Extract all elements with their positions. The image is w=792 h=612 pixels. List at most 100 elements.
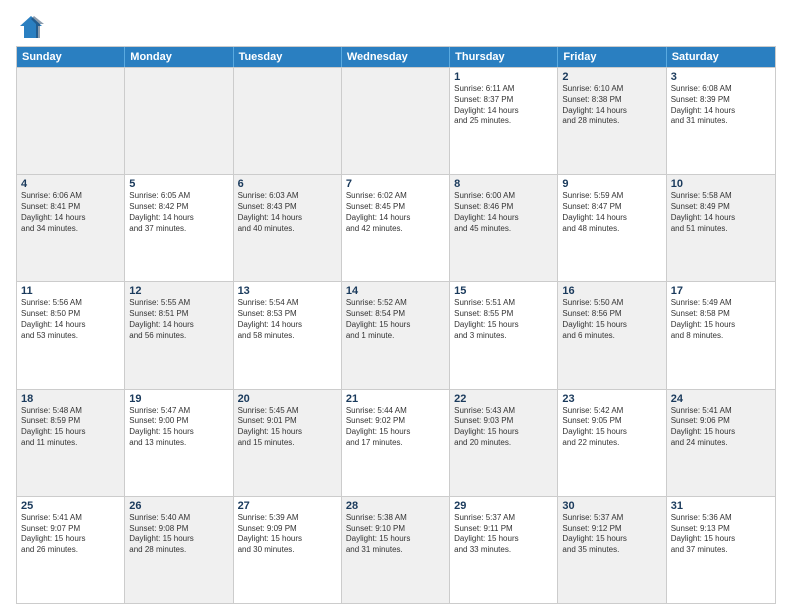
day-number: 6 — [238, 178, 337, 190]
day-info: Sunrise: 5:45 AM Sunset: 9:01 PM Dayligh… — [238, 406, 337, 449]
day-number: 9 — [562, 178, 661, 190]
day-cell-29: 29Sunrise: 5:37 AM Sunset: 9:11 PM Dayli… — [450, 497, 558, 603]
header-cell-wednesday: Wednesday — [342, 47, 450, 67]
day-info: Sunrise: 6:08 AM Sunset: 8:39 PM Dayligh… — [671, 84, 771, 127]
calendar-row-4: 18Sunrise: 5:48 AM Sunset: 8:59 PM Dayli… — [17, 389, 775, 496]
day-number: 31 — [671, 500, 771, 512]
day-number: 24 — [671, 393, 771, 405]
empty-cell — [342, 68, 450, 174]
day-number: 7 — [346, 178, 445, 190]
day-info: Sunrise: 6:06 AM Sunset: 8:41 PM Dayligh… — [21, 191, 120, 234]
day-info: Sunrise: 6:10 AM Sunset: 8:38 PM Dayligh… — [562, 84, 661, 127]
calendar: SundayMondayTuesdayWednesdayThursdayFrid… — [16, 46, 776, 604]
day-info: Sunrise: 5:43 AM Sunset: 9:03 PM Dayligh… — [454, 406, 553, 449]
day-number: 30 — [562, 500, 661, 512]
day-number: 14 — [346, 285, 445, 297]
day-cell-9: 9Sunrise: 5:59 AM Sunset: 8:47 PM Daylig… — [558, 175, 666, 281]
day-number: 25 — [21, 500, 120, 512]
calendar-row-1: 1Sunrise: 6:11 AM Sunset: 8:37 PM Daylig… — [17, 67, 775, 174]
day-info: Sunrise: 5:52 AM Sunset: 8:54 PM Dayligh… — [346, 298, 445, 341]
day-cell-22: 22Sunrise: 5:43 AM Sunset: 9:03 PM Dayli… — [450, 390, 558, 496]
day-info: Sunrise: 5:59 AM Sunset: 8:47 PM Dayligh… — [562, 191, 661, 234]
day-info: Sunrise: 5:47 AM Sunset: 9:00 PM Dayligh… — [129, 406, 228, 449]
empty-cell — [125, 68, 233, 174]
day-number: 1 — [454, 71, 553, 83]
calendar-row-3: 11Sunrise: 5:56 AM Sunset: 8:50 PM Dayli… — [17, 281, 775, 388]
day-cell-17: 17Sunrise: 5:49 AM Sunset: 8:58 PM Dayli… — [667, 282, 775, 388]
day-info: Sunrise: 6:11 AM Sunset: 8:37 PM Dayligh… — [454, 84, 553, 127]
calendar-row-5: 25Sunrise: 5:41 AM Sunset: 9:07 PM Dayli… — [17, 496, 775, 603]
day-info: Sunrise: 5:55 AM Sunset: 8:51 PM Dayligh… — [129, 298, 228, 341]
day-cell-4: 4Sunrise: 6:06 AM Sunset: 8:41 PM Daylig… — [17, 175, 125, 281]
day-cell-31: 31Sunrise: 5:36 AM Sunset: 9:13 PM Dayli… — [667, 497, 775, 603]
day-number: 3 — [671, 71, 771, 83]
day-cell-24: 24Sunrise: 5:41 AM Sunset: 9:06 PM Dayli… — [667, 390, 775, 496]
calendar-body: 1Sunrise: 6:11 AM Sunset: 8:37 PM Daylig… — [17, 67, 775, 603]
day-cell-27: 27Sunrise: 5:39 AM Sunset: 9:09 PM Dayli… — [234, 497, 342, 603]
day-cell-11: 11Sunrise: 5:56 AM Sunset: 8:50 PM Dayli… — [17, 282, 125, 388]
day-cell-21: 21Sunrise: 5:44 AM Sunset: 9:02 PM Dayli… — [342, 390, 450, 496]
day-cell-10: 10Sunrise: 5:58 AM Sunset: 8:49 PM Dayli… — [667, 175, 775, 281]
day-info: Sunrise: 5:44 AM Sunset: 9:02 PM Dayligh… — [346, 406, 445, 449]
day-info: Sunrise: 5:38 AM Sunset: 9:10 PM Dayligh… — [346, 513, 445, 556]
day-number: 2 — [562, 71, 661, 83]
day-info: Sunrise: 6:03 AM Sunset: 8:43 PM Dayligh… — [238, 191, 337, 234]
day-info: Sunrise: 5:39 AM Sunset: 9:09 PM Dayligh… — [238, 513, 337, 556]
day-cell-30: 30Sunrise: 5:37 AM Sunset: 9:12 PM Dayli… — [558, 497, 666, 603]
day-number: 15 — [454, 285, 553, 297]
day-info: Sunrise: 5:49 AM Sunset: 8:58 PM Dayligh… — [671, 298, 771, 341]
day-cell-3: 3Sunrise: 6:08 AM Sunset: 8:39 PM Daylig… — [667, 68, 775, 174]
day-info: Sunrise: 5:56 AM Sunset: 8:50 PM Dayligh… — [21, 298, 120, 341]
day-number: 22 — [454, 393, 553, 405]
day-cell-28: 28Sunrise: 5:38 AM Sunset: 9:10 PM Dayli… — [342, 497, 450, 603]
header-cell-thursday: Thursday — [450, 47, 558, 67]
day-number: 26 — [129, 500, 228, 512]
calendar-row-2: 4Sunrise: 6:06 AM Sunset: 8:41 PM Daylig… — [17, 174, 775, 281]
day-number: 11 — [21, 285, 120, 297]
day-number: 4 — [21, 178, 120, 190]
day-cell-25: 25Sunrise: 5:41 AM Sunset: 9:07 PM Dayli… — [17, 497, 125, 603]
day-info: Sunrise: 5:40 AM Sunset: 9:08 PM Dayligh… — [129, 513, 228, 556]
day-info: Sunrise: 5:48 AM Sunset: 8:59 PM Dayligh… — [21, 406, 120, 449]
day-number: 12 — [129, 285, 228, 297]
day-cell-14: 14Sunrise: 5:52 AM Sunset: 8:54 PM Dayli… — [342, 282, 450, 388]
day-cell-7: 7Sunrise: 6:02 AM Sunset: 8:45 PM Daylig… — [342, 175, 450, 281]
day-number: 27 — [238, 500, 337, 512]
header-cell-sunday: Sunday — [17, 47, 125, 67]
day-cell-8: 8Sunrise: 6:00 AM Sunset: 8:46 PM Daylig… — [450, 175, 558, 281]
empty-cell — [17, 68, 125, 174]
day-cell-1: 1Sunrise: 6:11 AM Sunset: 8:37 PM Daylig… — [450, 68, 558, 174]
day-number: 21 — [346, 393, 445, 405]
day-number: 5 — [129, 178, 228, 190]
day-info: Sunrise: 5:37 AM Sunset: 9:12 PM Dayligh… — [562, 513, 661, 556]
day-cell-13: 13Sunrise: 5:54 AM Sunset: 8:53 PM Dayli… — [234, 282, 342, 388]
header-cell-friday: Friday — [558, 47, 666, 67]
day-number: 18 — [21, 393, 120, 405]
header-cell-monday: Monday — [125, 47, 233, 67]
day-cell-20: 20Sunrise: 5:45 AM Sunset: 9:01 PM Dayli… — [234, 390, 342, 496]
day-info: Sunrise: 5:42 AM Sunset: 9:05 PM Dayligh… — [562, 406, 661, 449]
day-cell-6: 6Sunrise: 6:03 AM Sunset: 8:43 PM Daylig… — [234, 175, 342, 281]
day-info: Sunrise: 5:50 AM Sunset: 8:56 PM Dayligh… — [562, 298, 661, 341]
day-number: 10 — [671, 178, 771, 190]
day-number: 20 — [238, 393, 337, 405]
day-cell-26: 26Sunrise: 5:40 AM Sunset: 9:08 PM Dayli… — [125, 497, 233, 603]
day-info: Sunrise: 6:05 AM Sunset: 8:42 PM Dayligh… — [129, 191, 228, 234]
day-cell-12: 12Sunrise: 5:55 AM Sunset: 8:51 PM Dayli… — [125, 282, 233, 388]
day-number: 23 — [562, 393, 661, 405]
day-info: Sunrise: 5:41 AM Sunset: 9:07 PM Dayligh… — [21, 513, 120, 556]
day-cell-5: 5Sunrise: 6:05 AM Sunset: 8:42 PM Daylig… — [125, 175, 233, 281]
day-number: 17 — [671, 285, 771, 297]
header — [16, 12, 776, 42]
header-cell-tuesday: Tuesday — [234, 47, 342, 67]
day-info: Sunrise: 5:54 AM Sunset: 8:53 PM Dayligh… — [238, 298, 337, 341]
day-info: Sunrise: 5:58 AM Sunset: 8:49 PM Dayligh… — [671, 191, 771, 234]
day-info: Sunrise: 5:36 AM Sunset: 9:13 PM Dayligh… — [671, 513, 771, 556]
day-cell-18: 18Sunrise: 5:48 AM Sunset: 8:59 PM Dayli… — [17, 390, 125, 496]
day-number: 19 — [129, 393, 228, 405]
header-cell-saturday: Saturday — [667, 47, 775, 67]
day-number: 8 — [454, 178, 553, 190]
day-cell-19: 19Sunrise: 5:47 AM Sunset: 9:00 PM Dayli… — [125, 390, 233, 496]
day-cell-23: 23Sunrise: 5:42 AM Sunset: 9:05 PM Dayli… — [558, 390, 666, 496]
day-number: 28 — [346, 500, 445, 512]
